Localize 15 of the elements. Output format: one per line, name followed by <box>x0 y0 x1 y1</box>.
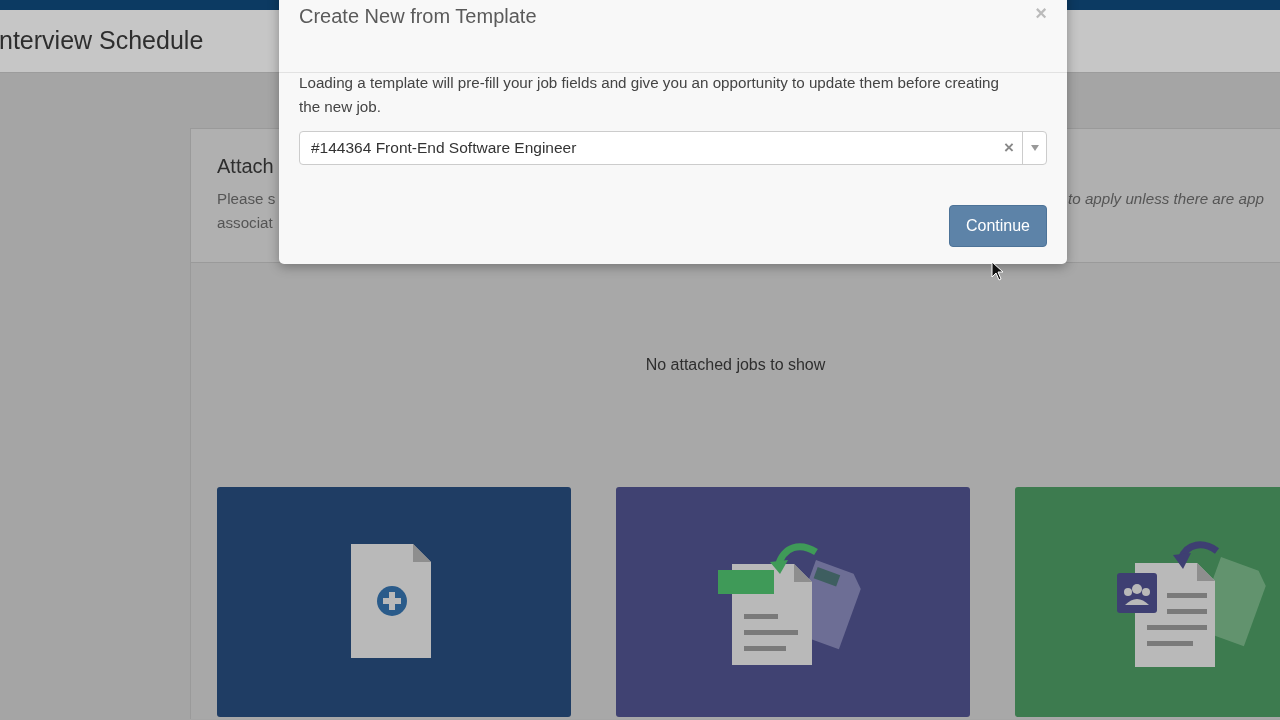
description-line: associat <box>217 213 273 233</box>
option-tile[interactable] <box>616 487 970 717</box>
card-title: Attach <box>217 154 275 179</box>
caret-icon <box>1030 145 1039 151</box>
template-select[interactable]: #144364 Front-End Software Engineer × <box>299 131 1047 165</box>
clear-button[interactable]: × <box>996 135 1022 161</box>
description-fragment: to apply unless there are app <box>1068 189 1264 209</box>
option-tile[interactable] <box>1015 487 1280 717</box>
page-title: nterview Schedule <box>0 25 204 57</box>
modal-title: Create New from Template <box>299 4 537 29</box>
empty-message: No attached jobs to show <box>645 356 826 373</box>
continue-button[interactable]: Continue <box>948 205 1047 247</box>
modal-description: Loading a template will pre-fill your job fields and give you an opportunity to update them before creating the new job. <box>299 73 1000 117</box>
option-tile[interactable] <box>217 487 571 717</box>
description-line: Please s <box>217 189 276 209</box>
